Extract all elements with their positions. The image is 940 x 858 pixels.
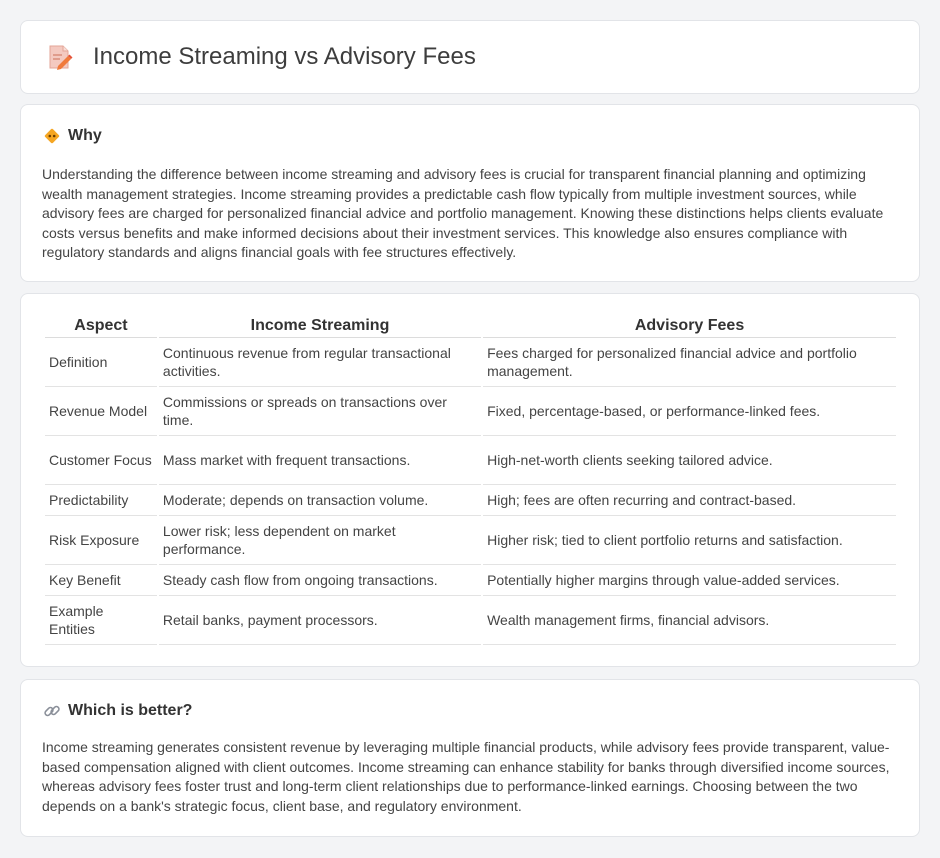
row-advisory-fees: High-net-worth clients seeking tailored … (483, 436, 896, 485)
row-aspect: Predictability (45, 485, 157, 516)
row-aspect: Definition (45, 338, 157, 387)
row-advisory-fees: High; fees are often recurring and contr… (483, 485, 896, 516)
row-advisory-fees: Higher risk; tied to client portfolio re… (483, 516, 896, 565)
row-advisory-fees: Fees charged for personalized financial … (483, 338, 896, 387)
row-advisory-fees: Fixed, percentage-based, or performance-… (483, 387, 896, 436)
row-aspect: Key Benefit (45, 565, 157, 596)
row-income-streaming: Steady cash flow from ongoing transactio… (158, 565, 482, 596)
row-advisory-fees: Wealth management firms, financial advis… (483, 596, 896, 645)
table-row: Key Benefit Steady cash flow from ongoin… (45, 565, 896, 596)
comparison-table: Aspect Income Streaming Advisory Fees De… (43, 316, 898, 645)
better-text: Income streaming generates consistent re… (42, 739, 890, 814)
row-aspect: Customer Focus (45, 436, 157, 485)
column-header-aspect: Aspect (45, 316, 157, 338)
table-header-row: Aspect Income Streaming Advisory Fees (45, 316, 896, 338)
row-advisory-fees: Potentially higher margins through value… (483, 565, 896, 596)
row-income-streaming: Retail banks, payment processors. (158, 596, 482, 645)
row-income-streaming: Mass market with frequent transactions. (158, 436, 482, 485)
table-row: Example Entities Retail banks, payment p… (45, 596, 896, 645)
row-income-streaming: Commissions or spreads on transactions o… (158, 387, 482, 436)
comparison-card: Aspect Income Streaming Advisory Fees De… (20, 293, 920, 667)
table-row: Customer Focus Mass market with frequent… (45, 436, 896, 485)
row-aspect: Example Entities (45, 596, 157, 645)
why-title: Why (68, 127, 102, 144)
diamond-sign-icon (44, 128, 60, 144)
row-aspect: Revenue Model (45, 387, 157, 436)
which-is-better-card: Which is better? Income streaming genera… (20, 679, 920, 837)
better-heading: Which is better? (43, 702, 192, 720)
table-row: Predictability Moderate; depends on tran… (45, 485, 896, 516)
row-aspect: Risk Exposure (45, 516, 157, 565)
row-income-streaming: Continuous revenue from regular transact… (158, 338, 482, 387)
why-card: Why Understanding the difference between… (20, 104, 920, 282)
table-row: Definition Continuous revenue from regul… (45, 338, 896, 387)
row-income-streaming: Moderate; depends on transaction volume. (158, 485, 482, 516)
header-card: Income Streaming vs Advisory Fees (20, 20, 920, 94)
page-title: Income Streaming vs Advisory Fees (93, 43, 476, 70)
column-header-advisory-fees: Advisory Fees (483, 316, 896, 338)
better-title: Which is better? (68, 702, 193, 719)
why-text: Understanding the difference between inc… (42, 166, 884, 261)
why-heading: Why (43, 127, 102, 145)
document-pen-icon (49, 45, 73, 70)
table-row: Revenue Model Commissions or spreads on … (45, 387, 896, 436)
row-income-streaming: Lower risk; less dependent on market per… (158, 516, 482, 565)
title-row: Income Streaming vs Advisory Fees (47, 43, 476, 71)
table-row: Risk Exposure Lower risk; less dependent… (45, 516, 896, 565)
column-header-income-streaming: Income Streaming (158, 316, 482, 338)
link-icon (44, 705, 60, 717)
